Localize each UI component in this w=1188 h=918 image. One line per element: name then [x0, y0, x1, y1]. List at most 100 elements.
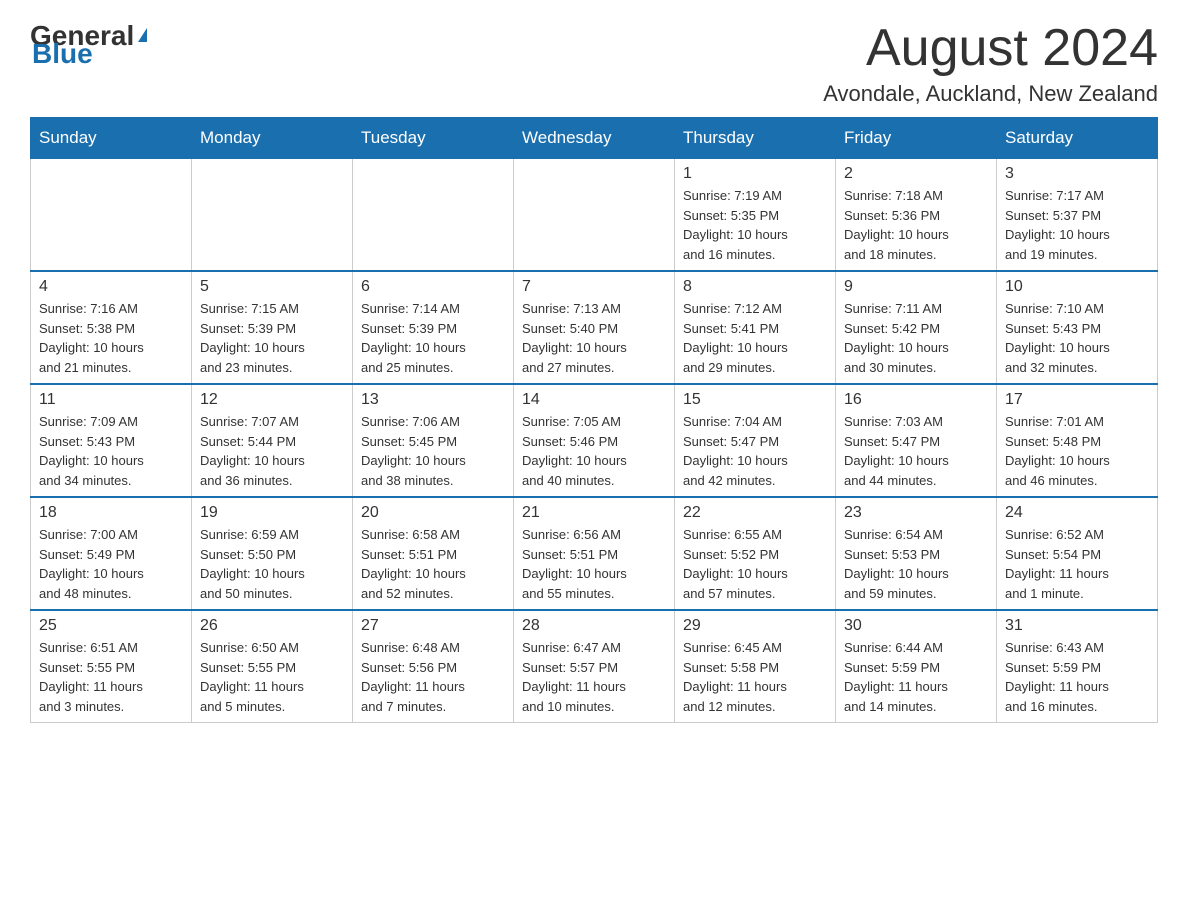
day-number: 1: [683, 165, 827, 183]
day-info: Sunrise: 7:11 AM Sunset: 5:42 PM Dayligh…: [844, 299, 988, 377]
day-number: 5: [200, 278, 344, 296]
calendar-cell: 31Sunrise: 6:43 AM Sunset: 5:59 PM Dayli…: [997, 610, 1158, 723]
logo: General Blue: [30, 20, 147, 70]
calendar-cell: 5 Sunrise: 7:15 AM Sunset: 5:39 PM Daylig…: [192, 271, 353, 384]
day-number: 2: [844, 165, 988, 183]
day-info: Sunrise: 7:15 AM Sunset: 5:39 PM Dayligh…: [200, 299, 344, 377]
calendar-cell: 24 Sunrise: 6:52 AM Sunset: 5:54 PM Dayli…: [997, 497, 1158, 610]
day-number: 13: [361, 391, 505, 409]
logo-triangle-icon: [138, 28, 147, 42]
day-info: Sunrise: 6:45 AM Sunset: 5:58 PM Dayligh…: [683, 638, 827, 716]
calendar-cell: 1 Sunrise: 7:19 AM Sunset: 5:35 PM Daylig…: [675, 159, 836, 272]
day-number: 3: [1005, 165, 1149, 183]
day-number: 29: [683, 617, 827, 635]
day-number: 16: [844, 391, 988, 409]
day-number: 15: [683, 391, 827, 409]
calendar-cell: [192, 159, 353, 272]
calendar-cell: 15 Sunrise: 7:04 AM Sunset: 5:47 PM Dayli…: [675, 384, 836, 497]
day-info: Sunrise: 7:01 AM Sunset: 5:48 PM Dayligh…: [1005, 412, 1149, 490]
day-number: 24: [1005, 504, 1149, 522]
day-info: Sunrise: 7:18 AM Sunset: 5:36 PM Dayligh…: [844, 186, 988, 264]
day-number: 4: [39, 278, 183, 296]
day-info: Sunrise: 6:50 AM Sunset: 5:55 PM Dayligh…: [200, 638, 344, 716]
day-number: 21: [522, 504, 666, 522]
calendar-cell: 21 Sunrise: 6:56 AM Sunset: 5:51 PM Dayli…: [514, 497, 675, 610]
calendar-cell: 23 Sunrise: 6:54 AM Sunset: 5:53 PM Dayli…: [836, 497, 997, 610]
calendar-header-saturday: Saturday: [997, 118, 1158, 159]
calendar-cell: [31, 159, 192, 272]
day-number: 25: [39, 617, 183, 635]
day-number: 6: [361, 278, 505, 296]
day-info: Sunrise: 6:56 AM Sunset: 5:51 PM Dayligh…: [522, 525, 666, 603]
calendar-cell: 2 Sunrise: 7:18 AM Sunset: 5:36 PM Daylig…: [836, 159, 997, 272]
calendar-cell: 13 Sunrise: 7:06 AM Sunset: 5:45 PM Dayli…: [353, 384, 514, 497]
day-number: 30: [844, 617, 988, 635]
calendar-cell: 18Sunrise: 7:00 AM Sunset: 5:49 PM Dayli…: [31, 497, 192, 610]
calendar-header-tuesday: Tuesday: [353, 118, 514, 159]
day-info: Sunrise: 7:10 AM Sunset: 5:43 PM Dayligh…: [1005, 299, 1149, 377]
calendar-cell: 25 Sunrise: 6:51 AM Sunset: 5:55 PM Dayli…: [31, 610, 192, 723]
calendar-cell: 16 Sunrise: 7:03 AM Sunset: 5:47 PM Dayli…: [836, 384, 997, 497]
day-info: Sunrise: 7:13 AM Sunset: 5:40 PM Dayligh…: [522, 299, 666, 377]
day-info: Sunrise: 6:48 AM Sunset: 5:56 PM Dayligh…: [361, 638, 505, 716]
day-number: 18: [39, 504, 183, 522]
day-number: 22: [683, 504, 827, 522]
calendar-cell: 14 Sunrise: 7:05 AM Sunset: 5:46 PM Dayli…: [514, 384, 675, 497]
calendar-cell: 19 Sunrise: 6:59 AM Sunset: 5:50 PM Dayli…: [192, 497, 353, 610]
calendar-header-thursday: Thursday: [675, 118, 836, 159]
calendar-header-wednesday: Wednesday: [514, 118, 675, 159]
title-section: August 2024 Avondale, Auckland, New Zeal…: [823, 20, 1158, 107]
day-info: Sunrise: 6:44 AM Sunset: 5:59 PM Dayligh…: [844, 638, 988, 716]
day-info: Sunrise: 7:09 AM Sunset: 5:43 PM Dayligh…: [39, 412, 183, 490]
calendar-week-row: 11 Sunrise: 7:09 AM Sunset: 5:43 PM Dayli…: [31, 384, 1158, 497]
day-info: Sunrise: 6:52 AM Sunset: 5:54 PM Dayligh…: [1005, 525, 1149, 603]
calendar-table: SundayMondayTuesdayWednesdayThursdayFrid…: [30, 117, 1158, 723]
calendar-cell: 9Sunrise: 7:11 AM Sunset: 5:42 PM Daylig…: [836, 271, 997, 384]
day-number: 11: [39, 391, 183, 409]
calendar-cell: 29 Sunrise: 6:45 AM Sunset: 5:58 PM Dayli…: [675, 610, 836, 723]
day-info: Sunrise: 7:04 AM Sunset: 5:47 PM Dayligh…: [683, 412, 827, 490]
day-number: 23: [844, 504, 988, 522]
logo-blue: Blue: [32, 38, 93, 70]
calendar-cell: 22 Sunrise: 6:55 AM Sunset: 5:52 PM Dayli…: [675, 497, 836, 610]
day-info: Sunrise: 7:06 AM Sunset: 5:45 PM Dayligh…: [361, 412, 505, 490]
day-number: 12: [200, 391, 344, 409]
calendar-week-row: 25 Sunrise: 6:51 AM Sunset: 5:55 PM Dayli…: [31, 610, 1158, 723]
day-number: 14: [522, 391, 666, 409]
day-info: Sunrise: 6:59 AM Sunset: 5:50 PM Dayligh…: [200, 525, 344, 603]
day-number: 19: [200, 504, 344, 522]
calendar-week-row: 1 Sunrise: 7:19 AM Sunset: 5:35 PM Daylig…: [31, 159, 1158, 272]
calendar-cell: 8Sunrise: 7:12 AM Sunset: 5:41 PM Daylig…: [675, 271, 836, 384]
day-info: Sunrise: 6:55 AM Sunset: 5:52 PM Dayligh…: [683, 525, 827, 603]
day-number: 20: [361, 504, 505, 522]
day-info: Sunrise: 6:54 AM Sunset: 5:53 PM Dayligh…: [844, 525, 988, 603]
calendar-header-row: SundayMondayTuesdayWednesdayThursdayFrid…: [31, 118, 1158, 159]
calendar-cell: 27Sunrise: 6:48 AM Sunset: 5:56 PM Dayli…: [353, 610, 514, 723]
calendar-cell: 17 Sunrise: 7:01 AM Sunset: 5:48 PM Dayli…: [997, 384, 1158, 497]
calendar-week-row: 18Sunrise: 7:00 AM Sunset: 5:49 PM Dayli…: [31, 497, 1158, 610]
day-info: Sunrise: 6:58 AM Sunset: 5:51 PM Dayligh…: [361, 525, 505, 603]
day-info: Sunrise: 6:43 AM Sunset: 5:59 PM Dayligh…: [1005, 638, 1149, 716]
calendar-cell: 12 Sunrise: 7:07 AM Sunset: 5:44 PM Dayli…: [192, 384, 353, 497]
month-title: August 2024: [823, 20, 1158, 77]
day-number: 17: [1005, 391, 1149, 409]
calendar-cell: 11 Sunrise: 7:09 AM Sunset: 5:43 PM Dayli…: [31, 384, 192, 497]
calendar-cell: 6 Sunrise: 7:14 AM Sunset: 5:39 PM Daylig…: [353, 271, 514, 384]
day-info: Sunrise: 7:14 AM Sunset: 5:39 PM Dayligh…: [361, 299, 505, 377]
calendar-cell: 7Sunrise: 7:13 AM Sunset: 5:40 PM Daylig…: [514, 271, 675, 384]
calendar-cell: 10 Sunrise: 7:10 AM Sunset: 5:43 PM Dayli…: [997, 271, 1158, 384]
calendar-cell: [514, 159, 675, 272]
day-info: Sunrise: 7:03 AM Sunset: 5:47 PM Dayligh…: [844, 412, 988, 490]
calendar-header-monday: Monday: [192, 118, 353, 159]
day-info: Sunrise: 6:47 AM Sunset: 5:57 PM Dayligh…: [522, 638, 666, 716]
calendar-cell: [353, 159, 514, 272]
day-number: 8: [683, 278, 827, 296]
day-info: Sunrise: 7:05 AM Sunset: 5:46 PM Dayligh…: [522, 412, 666, 490]
day-info: Sunrise: 6:51 AM Sunset: 5:55 PM Dayligh…: [39, 638, 183, 716]
day-number: 10: [1005, 278, 1149, 296]
day-number: 26: [200, 617, 344, 635]
calendar-cell: 20 Sunrise: 6:58 AM Sunset: 5:51 PM Dayli…: [353, 497, 514, 610]
day-info: Sunrise: 7:07 AM Sunset: 5:44 PM Dayligh…: [200, 412, 344, 490]
day-number: 28: [522, 617, 666, 635]
day-info: Sunrise: 7:19 AM Sunset: 5:35 PM Dayligh…: [683, 186, 827, 264]
